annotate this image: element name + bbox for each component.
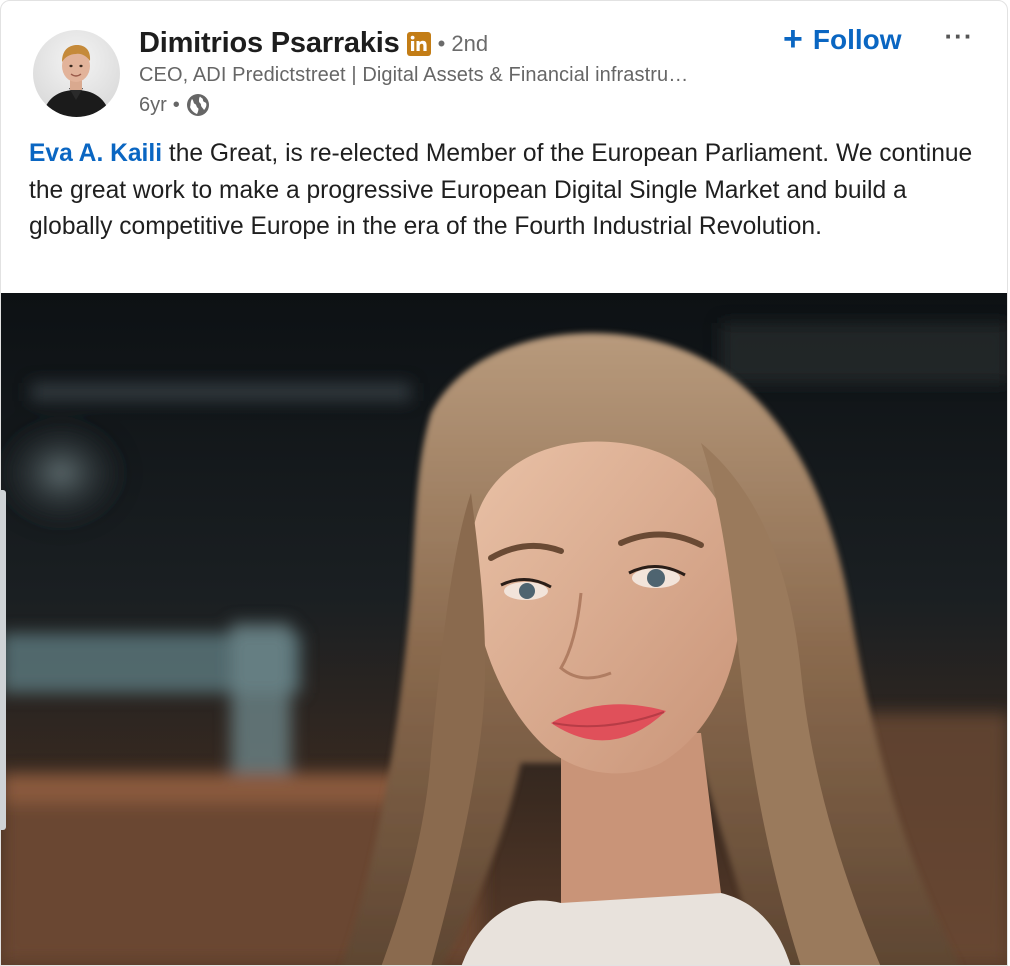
connection-degree: • 2nd (437, 30, 489, 56)
post-image[interactable] (1, 293, 1007, 965)
post-body-text: the Great, is re-elected Member of the E… (29, 140, 973, 240)
author-avatar[interactable] (33, 30, 120, 117)
author-name-row: Dimitrios Psarrakis • 2nd (139, 27, 488, 60)
post-meta: 6yr • (139, 93, 210, 117)
meta-separator: • (172, 93, 180, 116)
more-options-button[interactable]: ··· (939, 21, 979, 55)
scroll-edge (0, 490, 6, 830)
author-name[interactable]: Dimitrios Psarrakis (139, 27, 400, 60)
linkedin-icon (406, 31, 431, 56)
post-time: 6yr (139, 93, 167, 116)
globe-icon (186, 93, 210, 117)
author-headline: CEO, ADI Predictstreet | Digital Assets … (139, 64, 689, 86)
post-body: Eva A. Kaili the Great, is re-elected Me… (29, 136, 989, 246)
plus-icon: + (783, 20, 803, 58)
mention-link[interactable]: Eva A. Kaili (29, 140, 162, 167)
follow-button[interactable]: + Follow (783, 20, 902, 58)
follow-label: Follow (812, 24, 902, 55)
post-card: Dimitrios Psarrakis • 2nd CEO, ADI Predi… (0, 0, 1008, 966)
